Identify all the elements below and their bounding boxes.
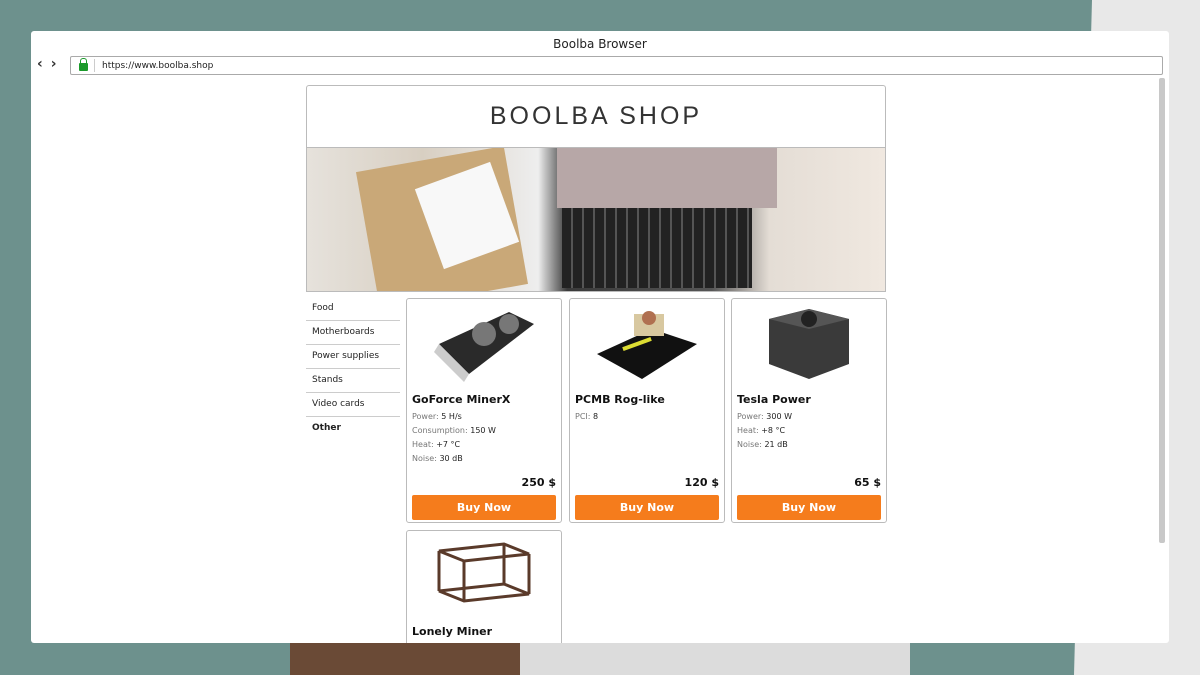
product-price: 65 $ — [854, 476, 881, 489]
buy-now-button[interactable]: Buy Now — [412, 495, 556, 520]
buy-now-button[interactable]: Buy Now — [575, 495, 719, 520]
product-name[interactable]: Tesla Power — [737, 393, 881, 406]
product-name[interactable]: GoForce MinerX — [412, 393, 556, 406]
category-other[interactable]: Other — [306, 417, 400, 441]
background-floor-tiles — [520, 643, 910, 675]
product-price: 120 $ — [684, 476, 719, 489]
window-title: Boolba Browser — [553, 37, 647, 51]
category-stands[interactable]: Stands — [306, 369, 400, 393]
category-motherboards[interactable]: Motherboards — [306, 321, 400, 345]
url-text: https://www.boolba.shop — [102, 60, 214, 71]
category-sidebar: Food Motherboards Power supplies Stands … — [306, 297, 400, 441]
product-card: PCMB Rog-like PCI: 8 120 $ Buy Now — [569, 298, 725, 523]
product-name[interactable]: Lonely Miner — [412, 625, 556, 638]
category-power-supplies[interactable]: Power supplies — [306, 345, 400, 369]
category-video-cards[interactable]: Video cards — [306, 393, 400, 417]
lock-icon — [79, 58, 88, 71]
browser-window: Boolba Browser ‹ › https://www.boolba.sho… — [31, 31, 1169, 643]
video-card-image — [412, 299, 556, 389]
shop-title: BOOLBA SHOP — [306, 85, 886, 147]
product-price: 250 $ — [521, 476, 556, 489]
power-supply-image — [737, 299, 881, 389]
product-card: Lonely Miner — [406, 530, 562, 643]
shop-page: BOOLBA SHOP Food Motherboards Power supp… — [306, 85, 887, 643]
product-name[interactable]: PCMB Rog-like — [575, 393, 719, 406]
stand-image — [412, 531, 556, 621]
category-food[interactable]: Food — [306, 297, 400, 321]
buy-now-button[interactable]: Buy Now — [737, 495, 881, 520]
forward-icon[interactable]: › — [51, 56, 57, 72]
product-card: GoForce MinerX Power: 5 H/s Consumption:… — [406, 298, 562, 523]
back-icon[interactable]: ‹ — [37, 56, 43, 72]
address-bar[interactable]: https://www.boolba.shop — [70, 56, 1163, 75]
banner-image — [306, 147, 886, 292]
scrollbar[interactable] — [1159, 78, 1165, 543]
product-card: Tesla Power Power: 300 W Heat: +8 °C Noi… — [731, 298, 887, 523]
motherboard-image — [575, 299, 719, 389]
